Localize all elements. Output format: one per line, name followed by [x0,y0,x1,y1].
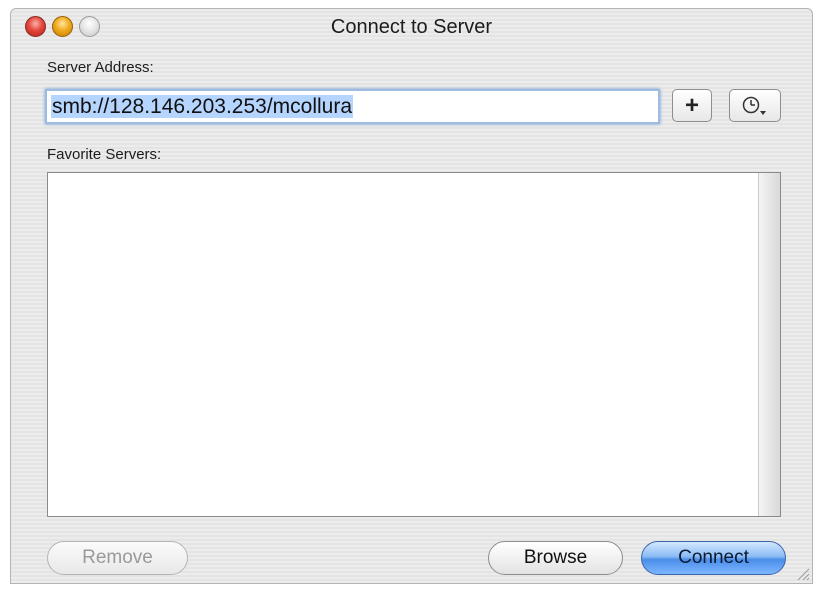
server-address-value: smb://128.146.203.253/mcollura [51,95,354,118]
remove-button[interactable]: Remove [47,541,188,575]
server-address-input[interactable]: smb://128.146.203.253/mcollura [45,89,660,124]
resize-grip-icon[interactable] [794,565,810,581]
clock-icon [742,96,766,115]
recent-servers-button[interactable] [729,89,781,122]
window-title: Connect to Server [330,16,493,38]
connect-button[interactable]: Connect [641,541,786,575]
favorite-servers-label: Favorite Servers: [47,146,162,163]
add-favorite-button[interactable]: + [672,89,712,122]
title-bar[interactable]: Connect to Server [11,9,812,45]
favorites-scrollbar[interactable] [758,173,780,516]
browse-button[interactable]: Browse [488,541,623,575]
connect-to-server-window: Connect to Server Server Address: smb://… [10,8,813,584]
server-address-label: Server Address: [47,59,154,76]
favorite-servers-list[interactable] [47,172,781,517]
